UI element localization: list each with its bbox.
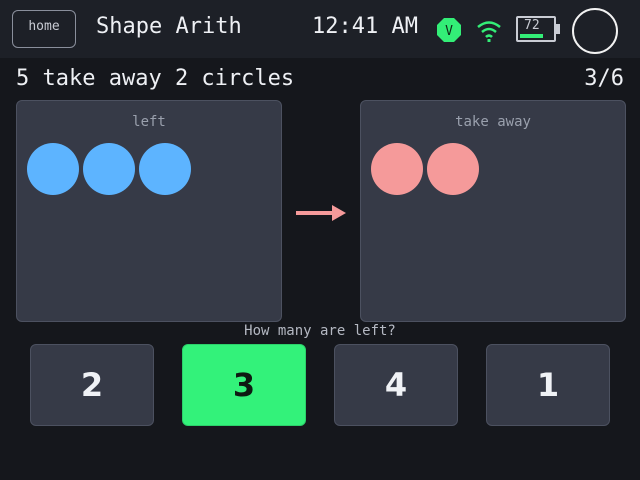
red-circle	[427, 143, 479, 195]
answer-button-4[interactable]: 1	[486, 344, 610, 426]
take-away-panel: take away	[360, 100, 626, 322]
top-bar: home Shape Arith 12:41 AM V 72	[0, 0, 640, 58]
question-progress: 3/6	[584, 66, 624, 91]
answer-button-3[interactable]: 4	[334, 344, 458, 426]
left-panel-label: left	[132, 114, 166, 130]
clock: 12:41 AM	[312, 14, 418, 39]
app-title: Shape Arith	[96, 14, 242, 39]
question-text: 5 take away 2 circles	[16, 66, 295, 91]
blue-circle	[83, 143, 135, 195]
battery-icon: 72	[516, 16, 562, 44]
arrow-right-icon	[294, 204, 348, 222]
battery-fill	[520, 34, 543, 38]
take-away-panel-label: take away	[455, 114, 531, 130]
answer-button-2[interactable]: 3	[182, 344, 306, 426]
take-away-circles	[371, 143, 479, 195]
v-badge-letter: V	[445, 24, 453, 39]
left-panel: left	[16, 100, 282, 322]
battery-percent: 72	[524, 18, 540, 33]
battery-tip	[556, 24, 560, 34]
blue-circle	[27, 143, 79, 195]
prompt-text: How many are left?	[244, 323, 396, 339]
home-button[interactable]: home	[12, 10, 76, 48]
v-badge-icon: V	[436, 17, 462, 43]
left-circles	[27, 143, 191, 195]
red-circle	[371, 143, 423, 195]
blue-circle	[139, 143, 191, 195]
record-circle-button[interactable]	[572, 8, 618, 54]
answer-button-1[interactable]: 2	[30, 344, 154, 426]
wifi-icon	[476, 19, 502, 43]
